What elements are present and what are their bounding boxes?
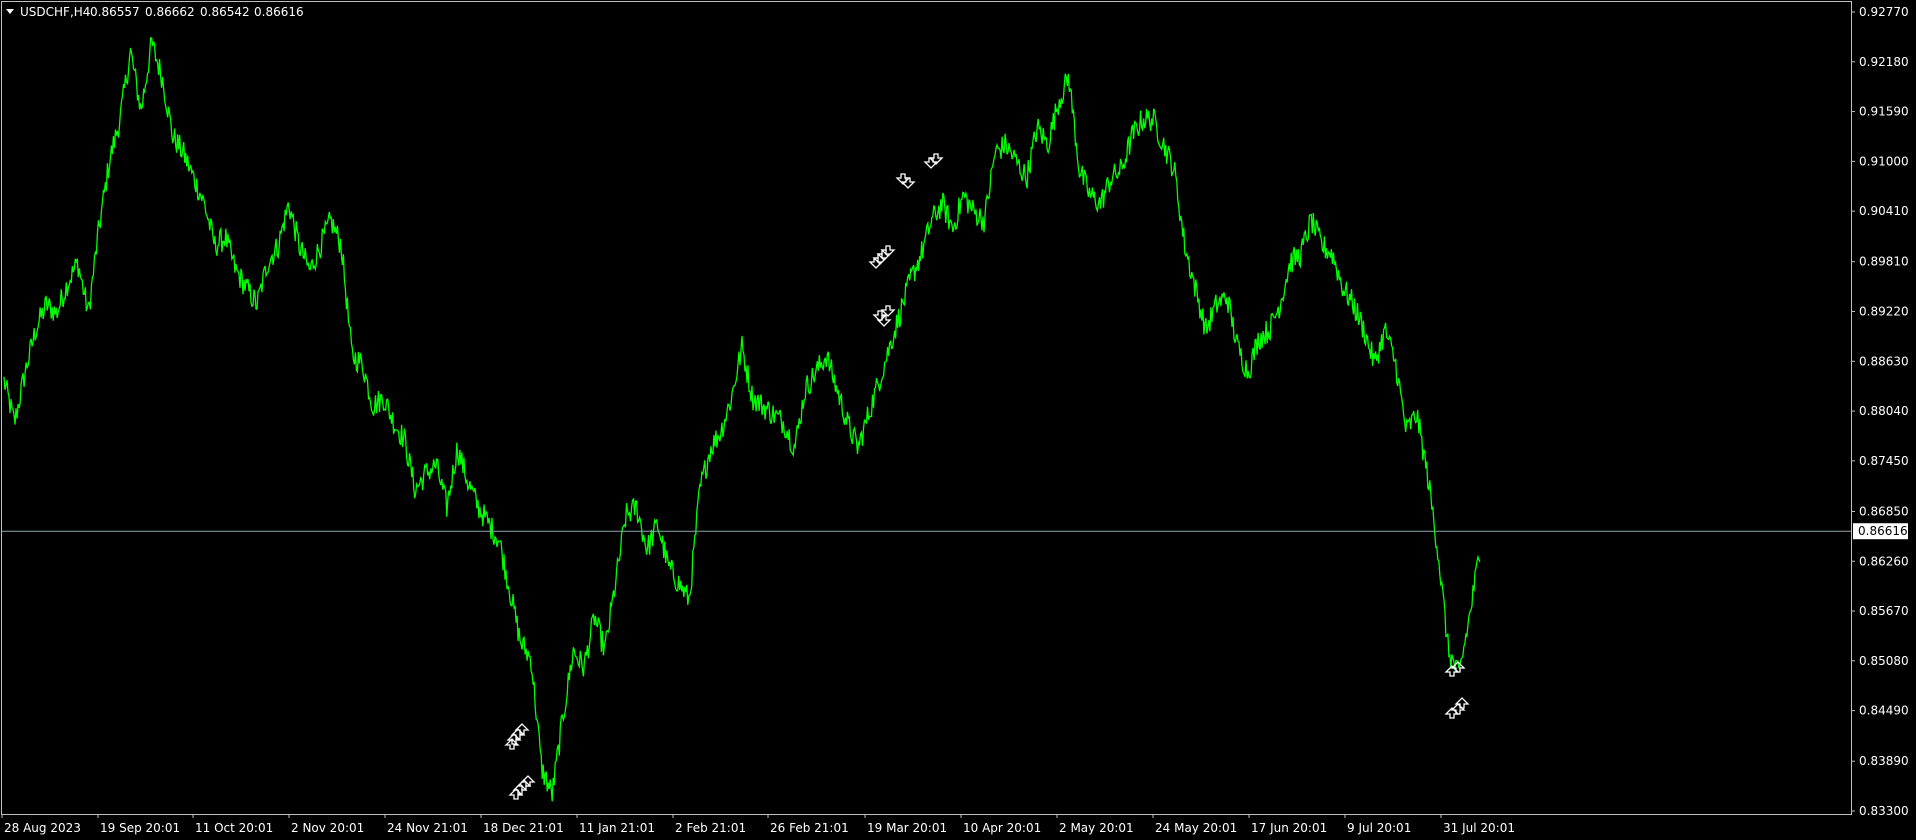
- price-tick-label: 0.92180: [1859, 55, 1909, 69]
- current-price-label: 0.86616: [1858, 524, 1908, 538]
- time-tick-label: 18 Dec 21:01: [483, 821, 564, 835]
- time-tick-label: 11 Oct 20:01: [195, 821, 273, 835]
- time-tick-label: 10 Apr 20:01: [963, 821, 1041, 835]
- chart-window[interactable]: USDCHF,H4 0.86557 0.86662 0.86542 0.8661…: [0, 0, 1916, 840]
- time-tick-label: 28 Aug 2023: [4, 821, 81, 835]
- price-tick-label: 0.87450: [1859, 454, 1909, 468]
- ohlc-high: 0.86662: [145, 5, 195, 19]
- price-tick-label: 0.83300: [1859, 804, 1909, 818]
- time-tick-label: 19 Sep 20:01: [100, 821, 180, 835]
- price-tick-label: 0.86260: [1859, 554, 1909, 568]
- time-tick-label: 24 May 20:01: [1155, 821, 1237, 835]
- ohlc-low: 0.86542: [200, 5, 250, 19]
- price-tick-label: 0.91590: [1859, 105, 1909, 119]
- time-tick-label: 2 Feb 21:01: [675, 821, 746, 835]
- price-tick-label: 0.84490: [1859, 704, 1909, 718]
- price-tick-label: 0.92770: [1859, 5, 1909, 19]
- time-tick-label: 24 Nov 21:01: [387, 821, 468, 835]
- time-tick-label: 31 Jul 20:01: [1443, 821, 1515, 835]
- price-tick-label: 0.85670: [1859, 604, 1909, 618]
- time-tick-label: 9 Jul 20:01: [1347, 821, 1411, 835]
- time-tick-label: 11 Jan 21:01: [579, 821, 655, 835]
- time-tick-label: 17 Jun 20:01: [1251, 821, 1327, 835]
- chart-header: USDCHF,H4 0.86557 0.86662 0.86542 0.8661…: [6, 5, 304, 19]
- price-tick-label: 0.89220: [1859, 305, 1909, 319]
- price-tick-label: 0.90410: [1859, 204, 1909, 218]
- price-tick-label: 0.89810: [1859, 255, 1909, 269]
- price-tick-label: 0.88040: [1859, 404, 1909, 418]
- symbol-timeframe: USDCHF,H4: [20, 5, 90, 19]
- time-tick-label: 2 May 20:01: [1059, 821, 1134, 835]
- ohlc-open: 0.86557: [90, 5, 140, 19]
- price-tick-label: 0.91000: [1859, 154, 1909, 168]
- price-tick-label: 0.86850: [1859, 504, 1909, 518]
- price-tick-label: 0.83890: [1859, 754, 1909, 768]
- price-tick-label: 0.88630: [1859, 354, 1909, 368]
- ohlc-close: 0.86616: [254, 5, 304, 19]
- time-tick-label: 2 Nov 20:01: [291, 821, 364, 835]
- time-tick-label: 26 Feb 21:01: [770, 821, 849, 835]
- time-tick-label: 19 Mar 20:01: [867, 821, 947, 835]
- price-chart[interactable]: USDCHF,H4 0.86557 0.86662 0.86542 0.8661…: [0, 0, 1916, 840]
- price-tick-label: 0.85080: [1859, 654, 1909, 668]
- chart-background: [0, 0, 1916, 840]
